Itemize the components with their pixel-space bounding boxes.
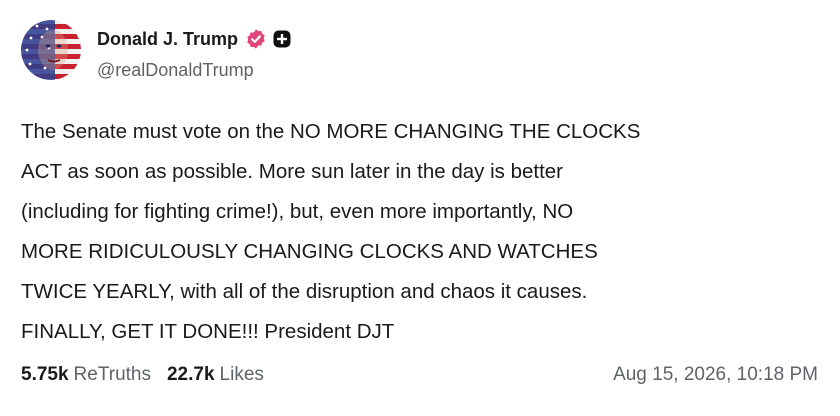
post-stats: 5.75k ReTruths 22.7k Likes [21, 364, 264, 386]
verified-badge-icon [245, 28, 267, 50]
post-body-line: FINALLY, GET IT DONE!!! President DJT [21, 320, 395, 343]
author-name-row: Donald J. Trump [97, 28, 291, 50]
avatar[interactable] [21, 20, 81, 80]
retruths-label: ReTruths [73, 364, 151, 385]
post-timestamp[interactable]: Aug 15, 2026, 10:18 PM [613, 364, 818, 386]
likes-label: Likes [219, 364, 264, 385]
post-body-line: TWICE YEARLY, with all of the disruption… [21, 280, 588, 303]
retruths-count: 5.75k [21, 364, 69, 385]
post-body-line: The Senate must vote on the NO MORE CHAN… [21, 120, 641, 143]
post-card: Donald J. Trump @realDonaldTrump The Sen… [0, 0, 840, 416]
plus-badge-icon [273, 30, 291, 48]
likes-count: 22.7k [166, 364, 215, 385]
post-body-line: ACT as soon as possible. More sun later … [21, 160, 564, 183]
post-body-line: (including for fighting crime!), but, ev… [21, 200, 574, 223]
author-display-name[interactable]: Donald J. Trump [97, 29, 238, 50]
post-body: The Senate must vote on the NO MORE CHAN… [21, 112, 821, 352]
likes-stat[interactable]: 22.7k Likes [167, 364, 264, 386]
retruths-stat[interactable]: 5.75k ReTruths [21, 364, 151, 386]
post-body-line: MORE RIDICULOUSLY CHANGING CLOCKS AND WA… [21, 240, 598, 263]
author-handle[interactable]: @realDonaldTrump [97, 60, 254, 81]
